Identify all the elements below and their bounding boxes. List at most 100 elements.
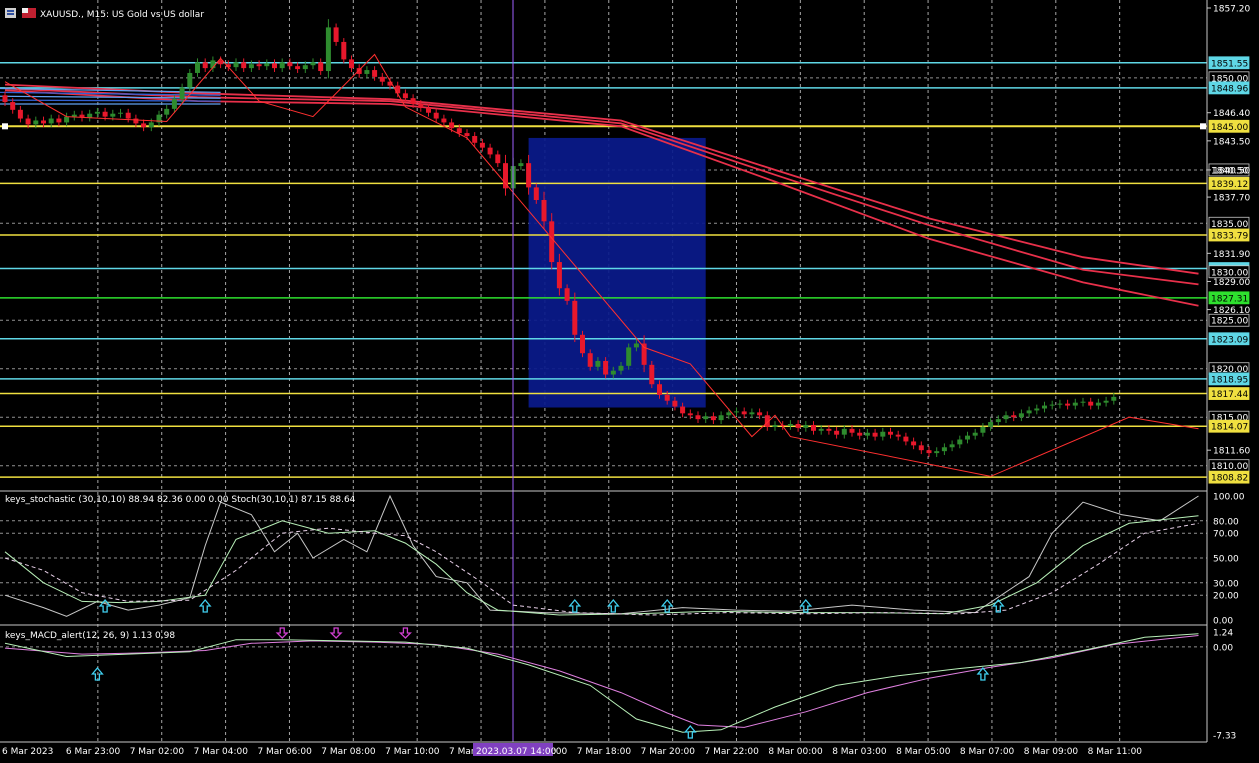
candle-body xyxy=(903,436,909,442)
candle-body xyxy=(595,360,601,367)
candle-body xyxy=(872,432,878,437)
candle-body xyxy=(580,334,585,354)
time-label: 8 Mar 07:00 xyxy=(960,747,1015,757)
time-label: 7 Mar xyxy=(449,747,475,757)
candle-body xyxy=(133,118,139,124)
level-handle[interactable] xyxy=(1200,123,1206,130)
price-tag-text: 1810.00 xyxy=(1211,462,1248,472)
time-label: 8 Mar 05:00 xyxy=(896,747,951,757)
candle-body xyxy=(841,428,847,435)
candle-body xyxy=(687,413,693,416)
price-tag-text: 1827.31 xyxy=(1211,294,1248,304)
stochastic-tick-label: 100.00 xyxy=(1213,493,1245,503)
symbol-title: XAUUSD., M15: US Gold vs US dollar xyxy=(40,10,204,20)
price-tick-label: 1831.90 xyxy=(1213,250,1250,260)
price-tick-label: 1829.00 xyxy=(1213,278,1250,288)
candle-body xyxy=(818,428,824,431)
time-label: 7 Mar 06:00 xyxy=(257,747,312,757)
candle-body xyxy=(726,412,732,416)
candle-body xyxy=(17,109,23,119)
macd-tick-label: -7.33 xyxy=(1213,732,1236,742)
candle-body xyxy=(1065,403,1071,406)
level-handle[interactable] xyxy=(2,123,8,130)
candle-body xyxy=(1095,402,1101,406)
candle-body xyxy=(472,136,478,143)
candle-body xyxy=(2,95,8,103)
candle-body xyxy=(741,411,747,415)
price-tag-text: 1845.00 xyxy=(1211,123,1248,133)
time-label: 7 Mar 18:00 xyxy=(577,747,632,757)
candle-body xyxy=(456,128,462,134)
candle-body xyxy=(433,112,439,119)
candle-body xyxy=(1003,415,1009,420)
candle-body xyxy=(179,87,185,100)
time-label: 6 Mar 2023 xyxy=(2,747,53,757)
candle-body xyxy=(572,300,578,335)
candle-body xyxy=(171,99,177,109)
candle-body xyxy=(603,360,609,375)
candle-body xyxy=(849,428,855,433)
candle-body xyxy=(349,59,354,69)
candle-body xyxy=(487,147,493,155)
candle-body xyxy=(664,394,670,401)
time-label: 8 Mar 03:00 xyxy=(832,747,887,757)
macd-tick-label: 1.24 xyxy=(1213,629,1233,639)
stochastic-tick-label: 70.00 xyxy=(1213,530,1239,540)
candle-body xyxy=(48,118,54,124)
candle-body xyxy=(148,122,154,128)
candle-body xyxy=(934,451,940,454)
candle-body xyxy=(564,288,570,301)
candle-body xyxy=(795,424,801,428)
candle-body xyxy=(772,424,778,427)
candle-body xyxy=(41,120,46,124)
candle-body xyxy=(1049,404,1055,406)
candle-body xyxy=(187,72,193,88)
candle-body xyxy=(703,416,709,420)
time-label: 6 Mar 23:00 xyxy=(66,747,121,757)
stochastic-tick-label: 30.00 xyxy=(1213,579,1239,589)
candle-body xyxy=(325,27,331,72)
candle-body xyxy=(1072,402,1078,406)
candle-body xyxy=(141,123,147,128)
candle-body xyxy=(364,70,370,74)
candle-body xyxy=(333,27,339,42)
candle-body xyxy=(33,120,39,125)
sell-zone-rectangle[interactable] xyxy=(528,137,706,408)
candle-body xyxy=(680,406,686,414)
candle-body xyxy=(710,416,716,421)
candle-body xyxy=(164,108,170,115)
candle-body xyxy=(649,364,655,385)
candle-body xyxy=(56,118,62,123)
trading-chart[interactable]: 100.00 80.00 70.00 50.00 30.00 20.00 0.00 1.24… xyxy=(0,0,1259,763)
candle-body xyxy=(402,93,408,99)
price-tag-text: 1851.55 xyxy=(1211,59,1248,69)
trade-zone[interactable] xyxy=(528,137,706,408)
candle-body xyxy=(864,432,870,436)
candle-body xyxy=(118,112,123,114)
price-tick-label: 1826.10 xyxy=(1213,306,1250,316)
candle-body xyxy=(587,353,593,367)
candle-body xyxy=(949,444,955,448)
candle-body xyxy=(418,104,424,108)
price-tag-text: 1825.00 xyxy=(1211,317,1248,327)
candle-body xyxy=(618,365,624,371)
candle-body xyxy=(957,439,963,445)
candle-body xyxy=(1018,413,1024,418)
price-tag-text: 1817.44 xyxy=(1211,390,1248,400)
candle-body xyxy=(857,432,863,436)
candle-body xyxy=(1057,403,1063,405)
price-tick-label: 1857.20 xyxy=(1213,5,1250,15)
candle-body xyxy=(256,64,262,67)
candle-body xyxy=(972,432,978,436)
macd-title: keys_MACD_alert(12, 26, 9) 1.13 0.98 xyxy=(5,631,175,641)
candle-body xyxy=(626,347,632,366)
time-label: 8 Mar 11:00 xyxy=(1088,747,1143,757)
time-label: 7 Mar 10:00 xyxy=(385,747,440,757)
price-tag-text: 1833.79 xyxy=(1211,232,1248,242)
candle-body xyxy=(25,118,31,125)
candle-body xyxy=(980,426,986,433)
candle-body xyxy=(71,114,77,117)
candle-body xyxy=(318,62,324,72)
candle-body xyxy=(503,163,508,189)
candle-body xyxy=(826,428,832,431)
